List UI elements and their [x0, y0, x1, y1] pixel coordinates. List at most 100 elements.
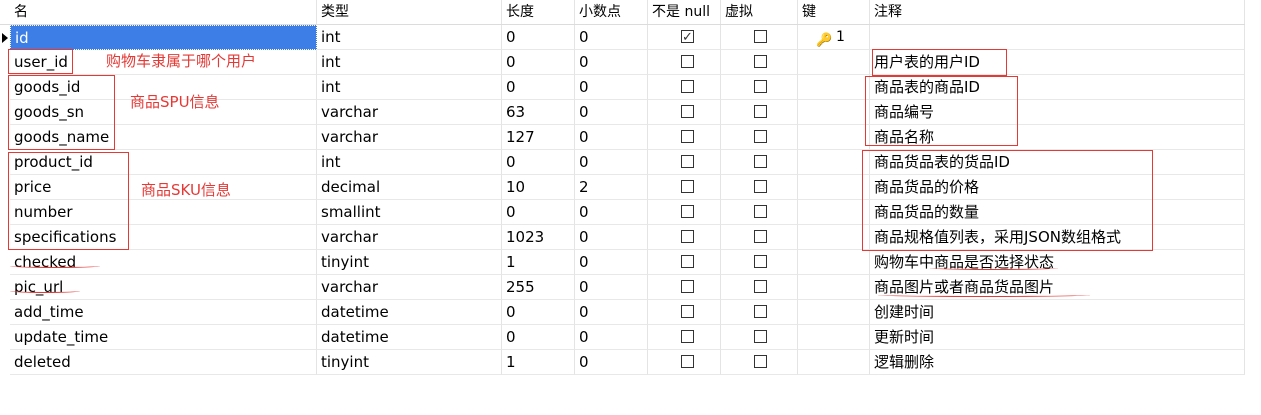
field-type-cell[interactable]: varchar: [317, 225, 502, 250]
field-type-cell[interactable]: varchar: [317, 275, 502, 300]
virtual-checkbox[interactable]: [754, 130, 767, 143]
virtual-checkbox[interactable]: [754, 280, 767, 293]
key-cell[interactable]: 🔑 1: [798, 25, 870, 50]
field-decimal-cell[interactable]: 2: [575, 175, 648, 200]
field-type-cell[interactable]: tinyint: [317, 250, 502, 275]
not-null-checkbox[interactable]: [681, 80, 694, 93]
field-decimal-cell[interactable]: 0: [575, 250, 648, 275]
field-name-cell[interactable]: pic_url: [10, 275, 317, 300]
virtual-checkbox[interactable]: [754, 155, 767, 168]
key-cell[interactable]: [798, 75, 870, 100]
virtual-checkbox[interactable]: [754, 80, 767, 93]
col-header-length[interactable]: 长度: [502, 0, 575, 24]
key-cell[interactable]: [798, 350, 870, 375]
table-row[interactable]: idint00🔑1: [0, 25, 1245, 50]
not-null-checkbox[interactable]: [681, 205, 694, 218]
table-row[interactable]: add_time datetime 0 0 创建时间: [0, 300, 1245, 325]
key-cell[interactable]: [798, 225, 870, 250]
key-cell[interactable]: [798, 200, 870, 225]
field-type-cell[interactable]: int: [317, 25, 502, 50]
field-length-cell[interactable]: 0: [502, 200, 575, 225]
field-type-cell[interactable]: int: [317, 50, 502, 75]
field-comment-cell[interactable]: 创建时间: [870, 300, 1245, 325]
field-decimal-cell[interactable]: 0: [575, 225, 648, 250]
field-length-cell[interactable]: 0: [502, 300, 575, 325]
field-type-cell[interactable]: int: [317, 150, 502, 175]
col-header-not-null[interactable]: 不是 null: [648, 0, 721, 24]
table-row[interactable]: goods_name varchar 127 0 商品名称: [0, 125, 1245, 150]
not-null-checkbox[interactable]: [681, 155, 694, 168]
field-decimal-cell[interactable]: 0: [575, 125, 648, 150]
field-type-cell[interactable]: datetime: [317, 300, 502, 325]
field-comment-cell[interactable]: 更新时间: [870, 325, 1245, 350]
virtual-checkbox[interactable]: [754, 55, 767, 68]
table-row[interactable]: update_time datetime 0 0 更新时间: [0, 325, 1245, 350]
field-type-cell[interactable]: tinyint: [317, 350, 502, 375]
key-cell[interactable]: [798, 250, 870, 275]
field-length-cell[interactable]: 0: [502, 75, 575, 100]
field-length-cell[interactable]: 63: [502, 100, 575, 125]
key-cell[interactable]: [798, 50, 870, 75]
field-length-cell[interactable]: 1023: [502, 225, 575, 250]
field-type-cell[interactable]: varchar: [317, 125, 502, 150]
virtual-checkbox[interactable]: [754, 30, 767, 43]
col-header-virtual[interactable]: 虚拟: [721, 0, 798, 24]
not-null-checkbox[interactable]: [681, 55, 694, 68]
field-type-cell[interactable]: smallint: [317, 200, 502, 225]
key-cell[interactable]: [798, 100, 870, 125]
field-length-cell[interactable]: 0: [502, 325, 575, 350]
field-type-cell[interactable]: decimal: [317, 175, 502, 200]
field-decimal-cell[interactable]: 0: [575, 100, 648, 125]
not-null-checkbox[interactable]: [681, 305, 694, 318]
field-decimal-cell[interactable]: 0: [575, 75, 648, 100]
field-type-cell[interactable]: varchar: [317, 100, 502, 125]
key-cell[interactable]: [798, 125, 870, 150]
field-length-cell[interactable]: 127: [502, 125, 575, 150]
key-cell[interactable]: [798, 300, 870, 325]
field-decimal-cell[interactable]: 0: [575, 325, 648, 350]
col-header-type[interactable]: 类型: [317, 0, 502, 24]
field-name-cell[interactable]: deleted: [10, 350, 317, 375]
field-decimal-cell[interactable]: 0: [575, 50, 648, 75]
not-null-checkbox[interactable]: [681, 355, 694, 368]
col-header-comment[interactable]: 注释: [870, 0, 1245, 24]
virtual-checkbox[interactable]: [754, 355, 767, 368]
virtual-checkbox[interactable]: [754, 330, 767, 343]
field-type-cell[interactable]: datetime: [317, 325, 502, 350]
virtual-checkbox[interactable]: [754, 205, 767, 218]
not-null-checkbox[interactable]: [681, 180, 694, 193]
field-length-cell[interactable]: 1: [502, 350, 575, 375]
field-decimal-cell[interactable]: 0: [575, 25, 648, 50]
virtual-checkbox[interactable]: [754, 255, 767, 268]
field-length-cell[interactable]: 10: [502, 175, 575, 200]
not-null-checkbox[interactable]: [681, 25, 694, 49]
virtual-checkbox[interactable]: [754, 180, 767, 193]
not-null-checkbox[interactable]: [681, 255, 694, 268]
key-cell[interactable]: [798, 325, 870, 350]
field-length-cell[interactable]: 0: [502, 50, 575, 75]
field-decimal-cell[interactable]: 0: [575, 200, 648, 225]
field-comment-cell[interactable]: [870, 25, 1245, 50]
field-length-cell[interactable]: 255: [502, 275, 575, 300]
field-comment-cell[interactable]: 购物车中商品是否选择状态: [870, 250, 1245, 275]
not-null-checkbox[interactable]: [681, 330, 694, 343]
virtual-checkbox[interactable]: [754, 230, 767, 243]
col-header-name[interactable]: 名: [10, 0, 317, 24]
field-name-cell[interactable]: id: [10, 25, 317, 50]
field-length-cell[interactable]: 1: [502, 250, 575, 275]
not-null-checkbox[interactable]: [681, 280, 694, 293]
field-decimal-cell[interactable]: 0: [575, 350, 648, 375]
field-length-cell[interactable]: 0: [502, 150, 575, 175]
field-comment-cell[interactable]: 逻辑删除: [870, 350, 1245, 375]
key-cell[interactable]: [798, 150, 870, 175]
virtual-checkbox[interactable]: [754, 305, 767, 318]
table-row[interactable]: deleted tinyint 1 0 逻辑删除: [0, 350, 1245, 375]
virtual-checkbox[interactable]: [754, 105, 767, 118]
field-name-cell[interactable]: add_time: [10, 300, 317, 325]
field-name-cell[interactable]: update_time: [10, 325, 317, 350]
field-decimal-cell[interactable]: 0: [575, 150, 648, 175]
table-row[interactable]: checked tinyint 1 0 购物车中商品是否选择状态: [0, 250, 1245, 275]
key-cell[interactable]: [798, 175, 870, 200]
col-header-decimal[interactable]: 小数点: [575, 0, 648, 24]
field-length-cell[interactable]: 0: [502, 25, 575, 50]
